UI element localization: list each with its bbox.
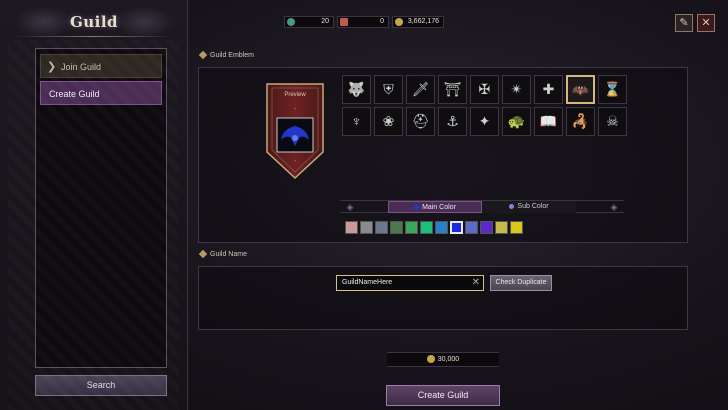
scorpion-icon: 🦂 — [571, 113, 590, 129]
crossed-blades-icon: ✠ — [478, 81, 491, 97]
emblem-option[interactable]: ♆ — [342, 107, 371, 136]
emblem-option[interactable]: 🦇 — [566, 75, 595, 104]
emblem-option[interactable]: ✴ — [502, 75, 531, 104]
create-guild-label: Create Guild — [49, 89, 100, 99]
gem-icon — [287, 18, 295, 26]
color-swatch[interactable] — [495, 221, 508, 234]
emblem-option[interactable]: ⚓ — [438, 107, 467, 136]
gold-count: 3,662,176 — [407, 18, 439, 25]
sword-icon: 🗡 — [411, 81, 430, 97]
create-guild-button[interactable]: Create Guild — [386, 385, 500, 406]
emblem-option[interactable]: ✚ — [534, 75, 563, 104]
emblem-option[interactable]: ⛑ — [406, 107, 435, 136]
emblem-preview: + + Preview — [263, 82, 327, 180]
cross-icon: ✚ — [542, 81, 555, 97]
creation-cost: 30,000 — [387, 352, 499, 367]
guild-menu: ❯ Join Guild Create Guild — [35, 48, 167, 368]
guild-title-plate: Guild — [14, 6, 174, 38]
color-swatch[interactable] — [480, 221, 493, 234]
guild-name-heading: Guild Name — [198, 249, 247, 259]
guild-name-value: GuildNameHere — [342, 279, 393, 286]
rose-icon: ❀ — [382, 113, 395, 129]
gate-icon: ⛩ — [443, 81, 462, 97]
gem-currency: 20 — [284, 16, 334, 28]
main-color-dot — [414, 204, 420, 210]
page-title: Guild — [69, 13, 119, 31]
emblem-option[interactable]: ⛨ — [374, 75, 403, 104]
close-icon: ✕ — [701, 17, 711, 29]
diamond-bullet-icon — [198, 249, 208, 259]
guild-emblem-heading: Guild Emblem — [198, 50, 254, 60]
emblem-option[interactable]: 🦂 — [566, 107, 595, 136]
close-button[interactable]: ✕ — [697, 14, 715, 32]
color-tab-bar: ◈ Main Color Sub Color ◈ — [340, 200, 624, 213]
color-swatch[interactable] — [420, 221, 433, 234]
emblem-option[interactable]: ⌛ — [598, 75, 627, 104]
gold-coin-icon — [395, 18, 403, 26]
emblem-option[interactable]: ☠ — [598, 107, 627, 136]
chevron-right-icon: ❯ — [47, 61, 57, 73]
arrow-left-icon[interactable]: ◈ — [340, 201, 360, 213]
diamond-bullet-icon — [198, 50, 208, 60]
open-book-icon: 📖 — [539, 113, 558, 129]
ticket-currency: 0 — [337, 16, 389, 28]
color-swatch[interactable] — [375, 221, 388, 234]
arrow-right-icon[interactable]: ◈ — [604, 201, 624, 213]
clear-icon[interactable]: ✕ — [472, 276, 480, 290]
guild-name-input[interactable]: GuildNameHere ✕ — [336, 275, 484, 291]
join-guild-tab[interactable]: ❯ Join Guild — [40, 54, 162, 78]
sub-color-dot — [509, 203, 515, 209]
guild-sidebar: Guild ❯ Join Guild Create Guild Search — [0, 0, 188, 410]
hourglass-icon: ⌛ — [603, 81, 622, 97]
check-duplicate-button[interactable]: Check Duplicate — [490, 275, 552, 291]
emblem-option[interactable]: ⛩ — [438, 75, 467, 104]
lyre-icon: ♆ — [351, 113, 362, 129]
emblem-option[interactable]: 🗡 — [406, 75, 435, 104]
color-swatch[interactable] — [405, 221, 418, 234]
color-swatch[interactable] — [450, 221, 463, 234]
color-swatch[interactable] — [360, 221, 373, 234]
emblem-option[interactable]: 📖 — [534, 107, 563, 136]
star-burst-icon: ✴ — [510, 81, 523, 97]
color-swatch[interactable] — [510, 221, 523, 234]
guild-book-button[interactable]: ✎ — [675, 14, 693, 32]
preview-label: Preview — [284, 92, 306, 98]
cost-value: 30,000 — [437, 356, 460, 363]
emblem-option[interactable]: 🐺 — [342, 75, 371, 104]
anchor-icon: ⚓ — [446, 113, 459, 129]
emblem-option[interactable]: ✠ — [470, 75, 499, 104]
wings-icon: 🦇 — [571, 82, 590, 98]
guild-book-icon: ✎ — [679, 17, 689, 29]
search-button[interactable]: Search — [35, 375, 167, 396]
ticket-icon — [340, 18, 348, 26]
turtle-icon: 🐢 — [507, 113, 526, 129]
create-guild-tab[interactable]: Create Guild — [40, 81, 162, 105]
join-guild-label: Join Guild — [61, 62, 102, 72]
emblem-option[interactable]: ✦ — [470, 107, 499, 136]
emblem-option[interactable]: 🐢 — [502, 107, 531, 136]
wolf-icon: 🐺 — [347, 81, 366, 97]
ticket-count: 0 — [380, 18, 384, 25]
gem-count: 20 — [321, 18, 329, 25]
color-swatch[interactable] — [345, 221, 358, 234]
color-swatch[interactable] — [465, 221, 478, 234]
main-color-tab[interactable]: Main Color — [388, 201, 482, 213]
gold-currency: 3,662,176 — [392, 16, 444, 28]
gold-coin-icon — [426, 355, 435, 364]
compass-star-icon: ✦ — [478, 113, 491, 129]
helmet-icon: ⛑ — [411, 113, 430, 129]
shield-icon: ⛨ — [383, 81, 394, 97]
color-swatch[interactable] — [390, 221, 403, 234]
emblem-option[interactable]: ❀ — [374, 107, 403, 136]
color-swatch[interactable] — [435, 221, 448, 234]
sub-color-tab[interactable]: Sub Color — [482, 201, 576, 213]
bull-skull-icon: ☠ — [606, 113, 619, 129]
